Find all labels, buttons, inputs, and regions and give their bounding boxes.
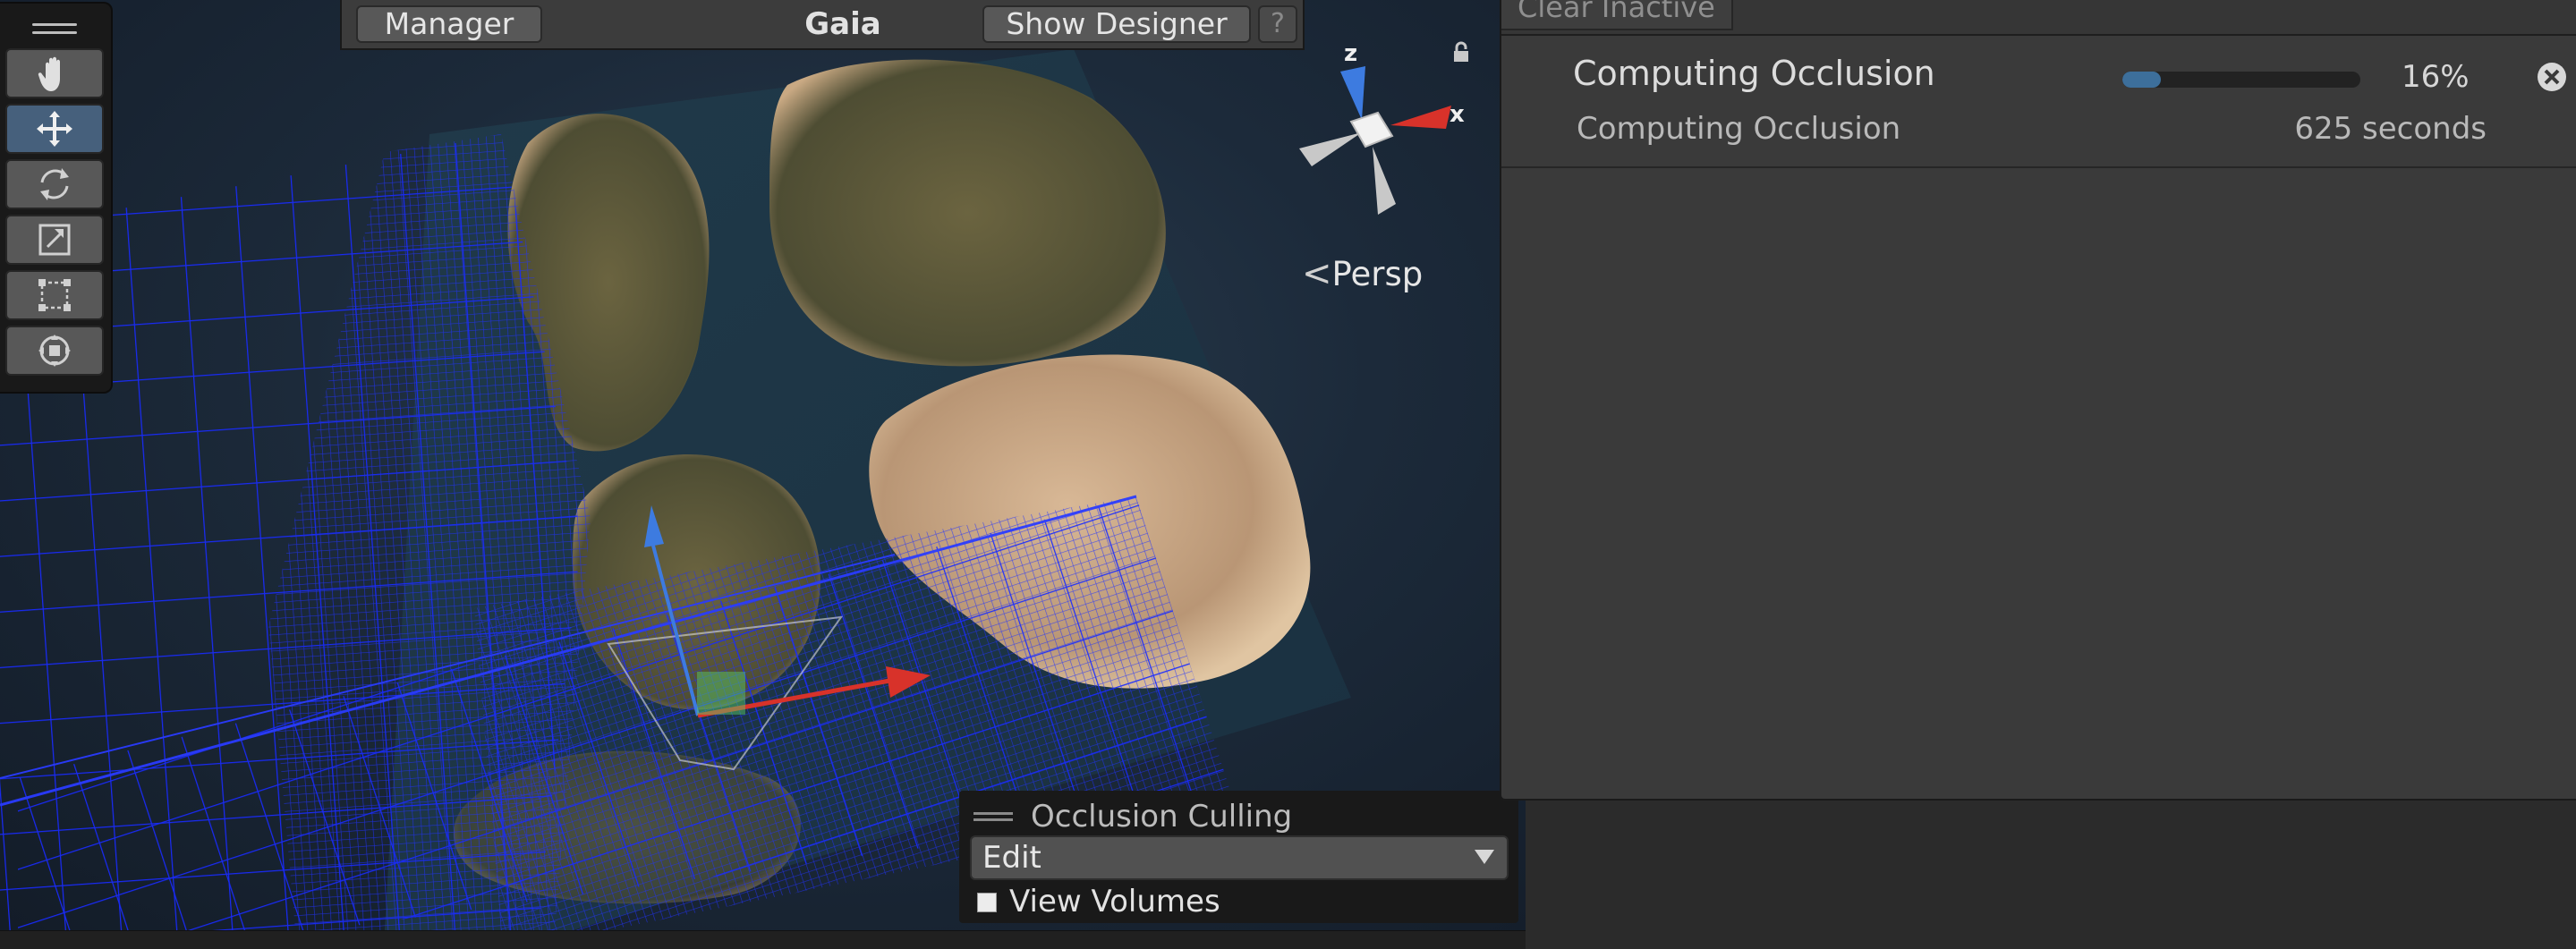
occlusion-mode-dropdown[interactable]: Edit bbox=[970, 835, 1509, 880]
show-designer-button[interactable]: Show Designer bbox=[982, 5, 1251, 43]
hand-icon bbox=[38, 56, 60, 91]
gizmo-neg-z-cone[interactable] bbox=[1373, 147, 1396, 215]
gaia-title: Gaia bbox=[804, 6, 881, 42]
manager-button[interactable]: Manager bbox=[356, 5, 542, 43]
view-volumes-checkbox[interactable] bbox=[977, 893, 997, 912]
background-tasks-window: Clear Inactive Computing Occlusion 16% C… bbox=[1500, 0, 2576, 801]
task-row: Computing Occlusion 16% Computing Occlus… bbox=[1501, 36, 2576, 168]
gizmo-neg-x-cone[interactable] bbox=[1299, 132, 1362, 166]
gizmo-center-cube[interactable] bbox=[1349, 111, 1394, 148]
chevron-down-icon bbox=[1475, 850, 1494, 864]
toolbar-grip-line bbox=[32, 31, 77, 34]
occlusion-culling-overlay: Occlusion Culling Edit View Volumes bbox=[959, 791, 1518, 923]
scene-view[interactable]: Manager Gaia Show Designer ? z x <Persp … bbox=[0, 0, 1526, 930]
gaia-overlay-toolbar: Manager Gaia Show Designer ? bbox=[340, 0, 1305, 50]
move-arrows-icon bbox=[37, 111, 72, 147]
persp-chevron-icon: < bbox=[1302, 253, 1332, 294]
occlusion-mode-value: Edit bbox=[982, 840, 1041, 876]
overlay-drag-handle-icon[interactable] bbox=[973, 810, 1013, 823]
scale-icon bbox=[38, 224, 71, 256]
clear-inactive-button[interactable]: Clear Inactive bbox=[1501, 0, 1733, 30]
transform-tool-button[interactable] bbox=[5, 326, 104, 376]
gizmo-z-label: z bbox=[1344, 40, 1357, 67]
editor-background bbox=[1526, 801, 2576, 948]
cancel-task-icon[interactable] bbox=[2536, 61, 2568, 93]
lock-icon[interactable] bbox=[1448, 39, 1475, 66]
task-progress-bar bbox=[2122, 72, 2360, 88]
task-name: Computing Occlusion bbox=[1573, 54, 1935, 93]
progress-toolbar: Clear Inactive bbox=[1501, 0, 2576, 36]
transform-icon bbox=[38, 335, 71, 367]
task-detail: Computing Occlusion bbox=[1577, 111, 1901, 147]
task-time-remaining: 625 seconds bbox=[2294, 111, 2487, 147]
occlusion-culling-title: Occlusion Culling bbox=[1031, 799, 1293, 835]
move-tool-button[interactable] bbox=[5, 104, 104, 154]
toolbar-grip[interactable] bbox=[32, 23, 77, 26]
island-north bbox=[769, 59, 1166, 367]
scene-view-bottom-bar bbox=[0, 930, 1526, 949]
task-progress-fill bbox=[2122, 72, 2161, 88]
rect-tool-button[interactable] bbox=[5, 270, 104, 320]
gizmo-x-cone[interactable] bbox=[1390, 106, 1451, 129]
view-volumes-label: View Volumes bbox=[1009, 884, 1220, 919]
persp-label: Persp bbox=[1331, 255, 1424, 293]
task-percent: 16% bbox=[2402, 59, 2470, 95]
rect-transform-icon bbox=[38, 279, 71, 311]
gizmo-x-label: x bbox=[1450, 101, 1465, 128]
gizmo-z-cone[interactable] bbox=[1340, 66, 1365, 120]
scale-tool-button[interactable] bbox=[5, 215, 104, 265]
perspective-toggle[interactable]: <Persp bbox=[1302, 253, 1423, 294]
rotate-icon bbox=[40, 168, 69, 200]
orientation-gizmo[interactable]: z x bbox=[1279, 36, 1476, 224]
scene-tools-toolbar bbox=[0, 4, 111, 392]
rotate-tool-button[interactable] bbox=[5, 159, 104, 209]
hand-tool-button[interactable] bbox=[5, 48, 104, 98]
